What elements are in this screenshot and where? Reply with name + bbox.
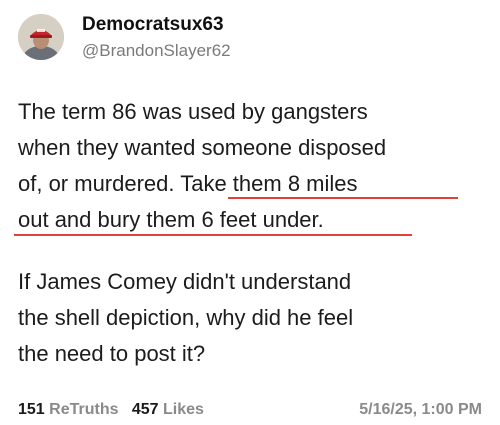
red-underline-annotation — [14, 234, 412, 236]
post-line: If James Comey didn't understand — [18, 269, 352, 294]
retruths-count: 151 — [18, 401, 45, 418]
user-handle[interactable]: @BrandonSlayer62 — [82, 41, 231, 61]
post-line: The term 86 was used by gangsters — [18, 99, 368, 124]
user-avatar-icon — [18, 14, 64, 60]
post-line: the shell depiction, why did he feel — [18, 305, 354, 330]
likes-label: Likes — [163, 401, 204, 418]
likes-stat[interactable]: 457 Likes — [132, 401, 204, 418]
red-underline-annotation — [228, 197, 458, 199]
post-paragraph-2: If James Comey didn't understand the she… — [18, 264, 488, 372]
post-line: when they wanted someone disposed — [18, 135, 387, 160]
post-paragraph-1: The term 86 was used by gangsters when t… — [18, 94, 488, 238]
post-line: out and bury them 6 feet under. — [18, 207, 324, 232]
display-name[interactable]: Democratsux63 — [82, 14, 224, 36]
post-timestamp[interactable]: 5/16/25, 1:00 PM — [359, 401, 482, 419]
post-card: Democratsux63 @BrandonSlayer62 The term … — [0, 0, 500, 425]
likes-count: 457 — [131, 401, 159, 418]
avatar[interactable] — [18, 14, 64, 60]
retruths-stat[interactable]: 151 ReTruths — [18, 401, 119, 418]
post-line: the need to post it? — [18, 341, 206, 366]
retruths-label: ReTruths — [49, 401, 119, 418]
